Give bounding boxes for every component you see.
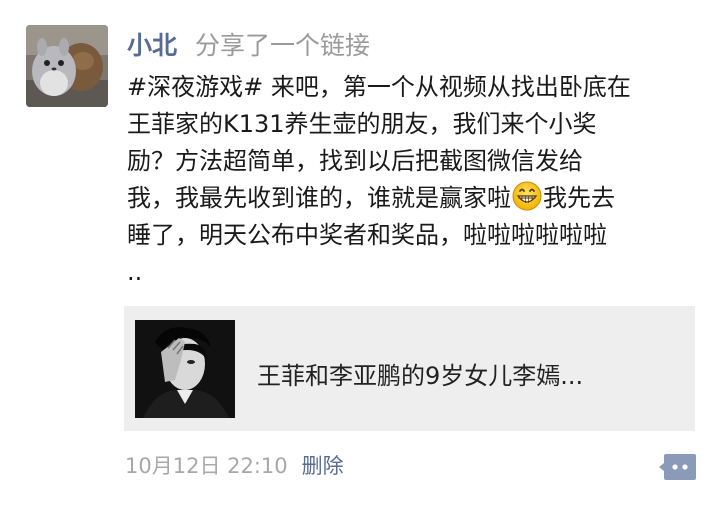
- grinning-face-emoji: [512, 181, 542, 211]
- post-text-segment: 我，我最先收到谁的，谁就是赢家啦: [127, 184, 511, 212]
- avatar[interactable]: [26, 25, 108, 107]
- post-text: #深夜游戏# 来吧，第一个从视频从找出卧底在 王菲家的K131养生壶的朋友，我们…: [127, 69, 702, 291]
- shared-link-card[interactable]: 王菲和李亚鹏的9岁女儿李嫣...: [124, 306, 695, 431]
- post-text-line: ..: [127, 258, 143, 286]
- post-text-line: #深夜游戏# 来吧，第一个从视频从找出卧底在: [127, 73, 631, 101]
- comment-bubble-icon: [659, 454, 696, 480]
- post-text-segment: 我先去: [543, 184, 615, 212]
- post-text-line: 励？方法超简单，找到以后把截图微信发给: [127, 147, 583, 175]
- delete-button[interactable]: 删除: [302, 450, 344, 480]
- post-text-line: 王菲家的K131养生壶的朋友，我们来个小奖: [127, 110, 597, 138]
- author-name[interactable]: 小北: [127, 26, 177, 62]
- post-header: 小北 分享了一个链接: [127, 24, 370, 64]
- post-meta: 10月12日 22:10 删除: [125, 450, 344, 480]
- timestamp: 10月12日 22:10: [125, 454, 288, 478]
- portrait-photo-icon: [135, 320, 235, 418]
- share-action-text: 分享了一个链接: [195, 31, 371, 60]
- post-text-line-with-emoji: 我，我最先收到谁的，谁就是赢家啦 我先去: [127, 180, 702, 217]
- link-title[interactable]: 王菲和李亚鹏的9岁女儿李嫣...: [257, 356, 583, 391]
- comment-button[interactable]: [658, 453, 697, 481]
- plush-toy-avatar-icon: [26, 25, 108, 107]
- post-text-line: 睡了，明天公布中奖者和奖品，啦啦啦啦啦啦: [127, 221, 607, 249]
- link-thumbnail: [135, 320, 235, 418]
